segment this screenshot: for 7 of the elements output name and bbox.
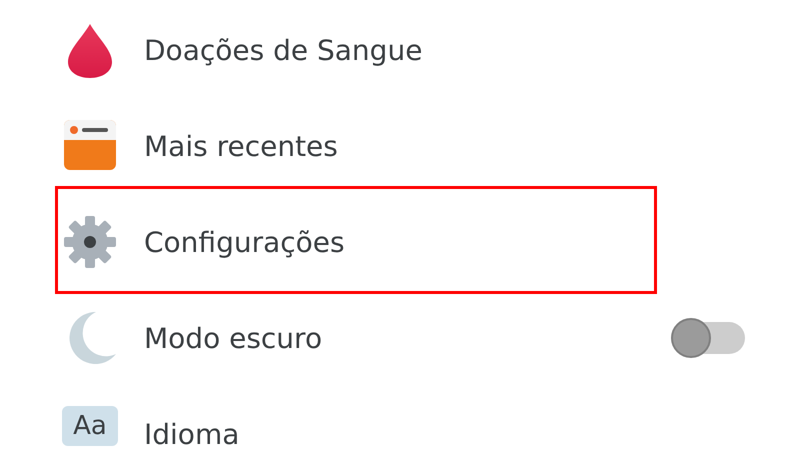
menu-item-label[interactable]: Idioma <box>144 418 240 450</box>
language-icon: Aa <box>62 406 118 446</box>
menu-item-label[interactable]: Configurações <box>144 226 345 258</box>
settings-icon <box>62 214 118 270</box>
menu-item-label[interactable]: Modo escuro <box>144 322 322 354</box>
menu-item-label[interactable]: Doações de Sangue <box>144 34 422 66</box>
menu-item-label[interactable]: Mais recentes <box>144 130 338 162</box>
